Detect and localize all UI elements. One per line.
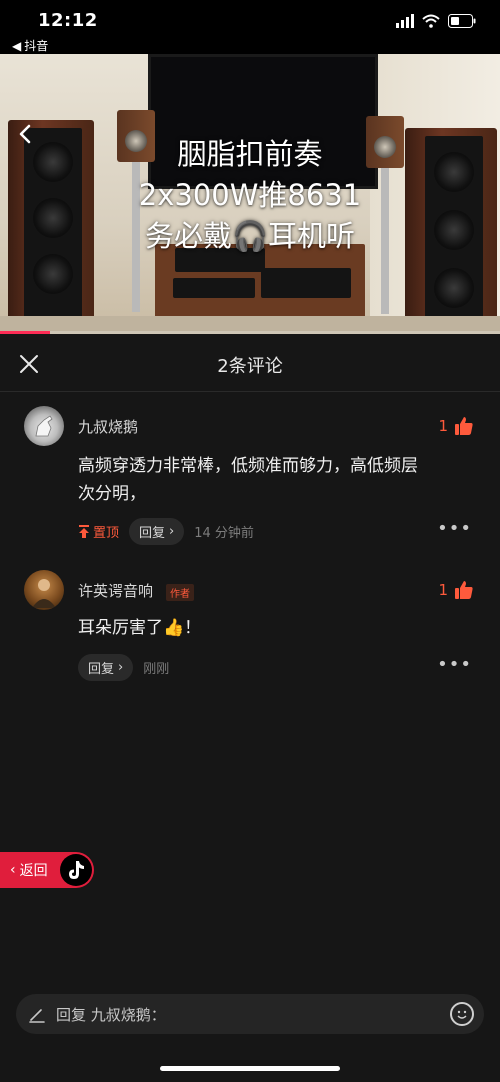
like-button[interactable]: 1 [438, 416, 474, 436]
comment-text-line: 高频穿透力非常棒，低频准而够力，高低频层 [78, 456, 418, 476]
avatar[interactable] [24, 570, 64, 610]
status-bar: 12:12 ◀ 抖音 [0, 0, 500, 54]
comment-item: 许英谔音响 作者 1 耳朵厉害了👍！ 回复 › 刚刚 ••• [0, 562, 500, 692]
like-count: 1 [438, 581, 448, 599]
douyin-logo-icon [60, 854, 92, 886]
return-label: 返回 [19, 863, 48, 879]
comments-sheet: 2条评论 九叔烧鹅 1 高频穿透力非常棒，低频准而够力，高低频层 次分明， 置顶… [0, 334, 500, 1082]
status-time: 12:12 [38, 10, 98, 31]
thumbs-up-icon [455, 417, 473, 435]
more-options-icon[interactable]: ••• [437, 518, 472, 539]
pinned-label: 置顶 [93, 526, 120, 541]
wifi-icon [422, 14, 440, 28]
comment-text: 高频穿透力非常棒，低频准而够力，高低频层 次分明， [78, 452, 478, 508]
more-options-icon[interactable]: ••• [437, 654, 472, 675]
avatar[interactable] [24, 406, 64, 446]
comment-text: 耳朵厉害了👍！ [78, 618, 202, 638]
video-overlay-title: 胭脂扣前奏 2x300W推8631 务必戴🎧耳机听 [0, 134, 500, 257]
video-player[interactable]: 胭脂扣前奏 2x300W推8631 务必戴🎧耳机听 [0, 54, 500, 334]
back-triangle-icon: ◀ [12, 38, 22, 53]
comment-meta: 置顶 回复 › 14 分钟前 [78, 518, 254, 545]
comments-header: 2条评论 [0, 334, 500, 392]
person-avatar-icon [32, 579, 56, 608]
back-to-app-link[interactable]: ◀ 抖音 [12, 37, 48, 54]
chevron-right-icon: › [118, 660, 124, 675]
like-count: 1 [438, 417, 448, 435]
like-button[interactable]: 1 [438, 580, 474, 600]
reply-button[interactable]: 回复 › [78, 654, 134, 681]
comment-username[interactable]: 九叔烧鹅 [78, 416, 138, 437]
reply-input-bar[interactable]: 回复 九叔烧鹅： [16, 994, 484, 1034]
reply-button[interactable]: 回复 › [129, 518, 185, 545]
battery-icon [448, 14, 476, 28]
status-icons [396, 14, 476, 28]
return-button[interactable]: ‹ 返回 [0, 852, 94, 888]
comment-text-line: 次分明， [78, 484, 146, 504]
comment-username[interactable]: 许英谔音响 [78, 580, 153, 601]
reply-label: 回复 [139, 526, 166, 541]
comment-time: 刚刚 [143, 662, 170, 677]
pin-icon [79, 524, 89, 538]
comments-count-title: 2条评论 [217, 356, 283, 377]
video-title-line-1: 胭脂扣前奏 [177, 137, 323, 171]
pinned-badge: 置顶 [78, 522, 119, 541]
comment-meta: 回复 › 刚刚 [78, 654, 169, 681]
video-title-line-3: 务必戴🎧耳机听 [144, 219, 356, 253]
horse-avatar-icon [35, 415, 53, 437]
author-badge: 作者 [166, 584, 194, 601]
reply-input-placeholder[interactable]: 回复 九叔烧鹅： [56, 1004, 166, 1025]
reply-label: 回复 [88, 662, 115, 677]
home-indicator[interactable] [160, 1066, 340, 1071]
thumbs-up-icon [455, 581, 473, 599]
comment-time: 14 分钟前 [194, 526, 254, 541]
video-title-line-2: 2x300W推8631 [138, 178, 362, 212]
chevron-right-icon: › [169, 524, 175, 539]
back-app-label: 抖音 [24, 39, 49, 53]
emoji-icon[interactable] [450, 1002, 474, 1026]
comment-item: 九叔烧鹅 1 高频穿透力非常棒，低频准而够力，高低频层 次分明， 置顶 回复 › [0, 392, 500, 562]
pencil-icon [29, 1009, 45, 1023]
chevron-left-icon: ‹ [10, 862, 16, 878]
cellular-signal-icon [396, 14, 414, 28]
